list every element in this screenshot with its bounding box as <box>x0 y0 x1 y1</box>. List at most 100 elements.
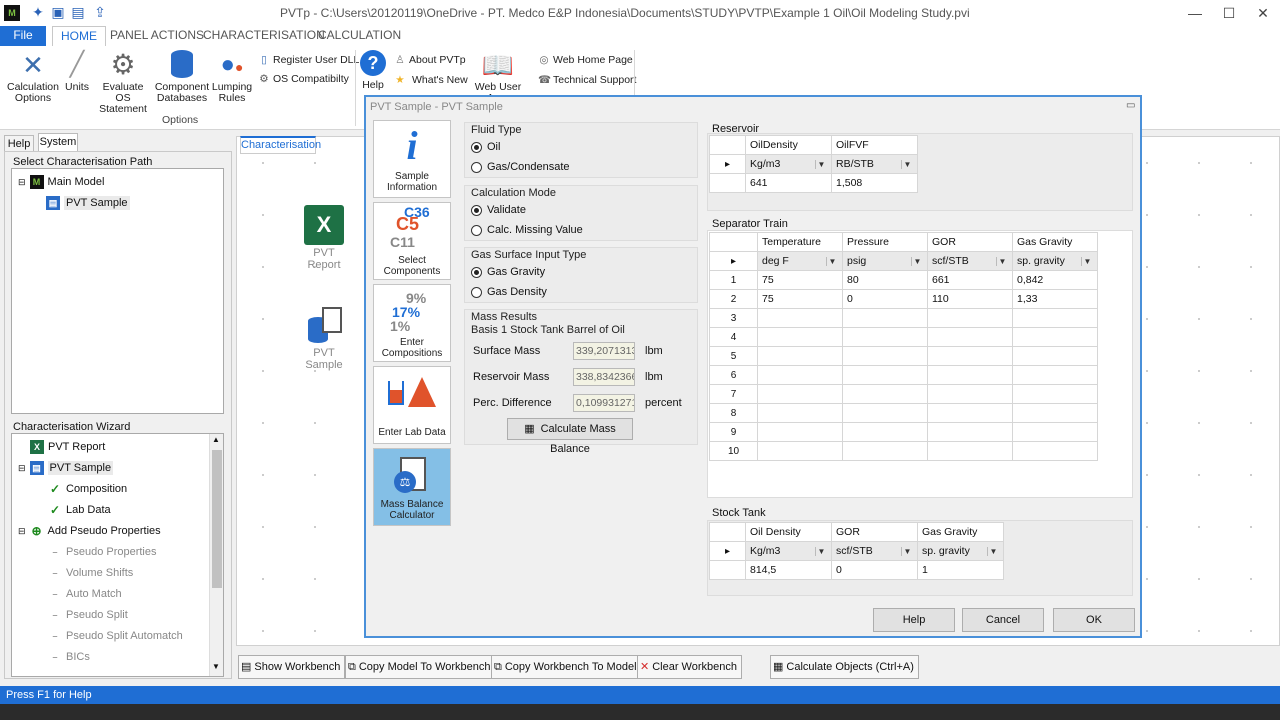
help-button[interactable]: ? Help <box>358 50 388 91</box>
separator-cell[interactable]: 661 <box>927 270 1013 290</box>
scroll-thumb[interactable] <box>212 450 222 588</box>
separator-cell[interactable] <box>757 441 843 461</box>
wizard-volume-shifts[interactable]: – Volume Shifts <box>48 566 133 580</box>
tab-home[interactable]: HOME <box>52 26 106 46</box>
pvt-sample-node[interactable]: PVT Sample <box>300 307 348 371</box>
separator-cell[interactable] <box>1012 308 1098 328</box>
wizard-auto-match[interactable]: – Auto Match <box>48 587 121 601</box>
separator-cell[interactable]: 75 <box>757 270 843 290</box>
separator-cell[interactable] <box>927 422 1013 442</box>
separator-cell[interactable] <box>757 365 843 385</box>
evaluate-os-button[interactable]: ⚙ Evaluate OS Statement <box>94 50 152 115</box>
radio-calc-missing[interactable]: Calc. Missing Value <box>471 224 583 236</box>
tree-main-model[interactable]: ⊟ M Main Model <box>18 175 104 189</box>
separator-cell[interactable] <box>842 308 928 328</box>
tab-file[interactable]: File <box>0 26 46 46</box>
reservoir-unit-select[interactable]: RB/STB ▼ <box>831 154 918 174</box>
radio-oil[interactable]: Oil <box>471 141 500 153</box>
separator-cell[interactable] <box>927 308 1013 328</box>
wizard-composition[interactable]: ✓ Composition <box>48 482 127 496</box>
surface-mass-field[interactable]: 339,20713137 <box>573 342 635 360</box>
scroll-down-icon[interactable]: ▼ <box>212 662 220 671</box>
separator-cell[interactable] <box>1012 403 1098 423</box>
separator-cell[interactable]: 1,33 <box>1012 289 1098 309</box>
scroll-up-icon[interactable]: ▲ <box>212 435 220 444</box>
radio-gas-density[interactable]: Gas Density <box>471 286 547 298</box>
calculate-mass-balance-button[interactable]: ▦ Calculate Mass Balance <box>507 418 633 455</box>
separator-cell[interactable] <box>842 422 928 442</box>
dialog-help-button[interactable]: Help <box>873 608 955 632</box>
separator-cell[interactable]: 0,842 <box>1012 270 1098 290</box>
reservoir-mass-field[interactable]: 338,83423660 <box>573 368 635 386</box>
register-dll-button[interactable]: ▯ Register User DLL <box>258 54 359 66</box>
os-compatibility-button[interactable]: ⚙ OS Compatibilty <box>258 73 349 85</box>
tab-system[interactable]: System <box>38 133 78 151</box>
separator-cell[interactable] <box>927 327 1013 347</box>
radio-gas-condensate[interactable]: Gas/Condensate <box>471 161 570 173</box>
web-home-button[interactable]: ◎ Web Home Page <box>538 54 632 66</box>
tree-pvt-sample[interactable]: ▤ PVT Sample <box>46 196 130 210</box>
separator-cell[interactable] <box>757 346 843 366</box>
separator-cell[interactable] <box>1012 422 1098 442</box>
mass-balance-calculator-button[interactable]: ⚖ Mass Balance Calculator <box>373 448 451 526</box>
pvt-report-node[interactable]: X PVT Report <box>300 205 348 271</box>
save-as-icon[interactable]: ▤ <box>70 4 86 20</box>
separator-cell[interactable]: 80 <box>842 270 928 290</box>
separator-unit-select[interactable]: scf/STB ▼ <box>927 251 1013 271</box>
enter-lab-data-button[interactable]: Enter Lab Data <box>373 366 451 444</box>
separator-cell[interactable] <box>1012 365 1098 385</box>
reservoir-oil-density-cell[interactable]: 641 <box>745 173 832 193</box>
separator-cell[interactable]: 75 <box>757 289 843 309</box>
radio-gas-gravity[interactable]: Gas Gravity <box>471 266 545 278</box>
new-file-icon[interactable]: ✦ <box>30 4 46 20</box>
about-button[interactable]: ♙ About PVTp <box>394 54 465 66</box>
stock-tank-gor-cell[interactable]: 0 <box>831 560 918 580</box>
whats-new-button[interactable]: ★ What's New <box>394 74 467 86</box>
separator-cell[interactable] <box>1012 441 1098 461</box>
stock-tank-unit-select[interactable]: sp. gravity ▼ <box>917 541 1004 561</box>
separator-cell[interactable] <box>927 346 1013 366</box>
clear-workbench-button[interactable]: ✕ Clear Workbench <box>637 655 742 679</box>
tech-support-button[interactable]: ☎ Technical Support <box>538 74 636 86</box>
wizard-add-pseudo[interactable]: ⊟ ⊕ Add Pseudo Properties <box>18 524 161 538</box>
separator-cell[interactable] <box>1012 346 1098 366</box>
minimize-button[interactable]: — <box>1184 2 1206 24</box>
reservoir-oil-fvf-cell[interactable]: 1,508 <box>831 173 918 193</box>
wizard-pvt-sample[interactable]: ⊟ ▤ PVT Sample <box>18 461 114 475</box>
wizard-pvt-report[interactable]: X PVT Report <box>30 440 105 454</box>
separator-cell[interactable] <box>927 365 1013 385</box>
tab-calculation[interactable]: CALCULATION <box>310 26 409 46</box>
stock-tank-unit-select[interactable]: scf/STB ▼ <box>831 541 918 561</box>
separator-cell[interactable] <box>1012 327 1098 347</box>
wizard-scrollbar[interactable]: ▲ ▼ <box>209 434 223 676</box>
separator-unit-select[interactable]: sp. gravity ▼ <box>1012 251 1098 271</box>
workspace-tab[interactable]: Characterisation <box>240 136 321 154</box>
copy-model-button[interactable]: ⧉ Copy Model To Workbench <box>345 655 496 679</box>
export-icon[interactable]: ⇪ <box>92 4 108 20</box>
calculate-objects-button[interactable]: ▦ Calculate Objects (Ctrl+A) <box>770 655 919 679</box>
dialog-maximize-icon[interactable]: ▭ <box>1126 100 1135 111</box>
stock-tank-gas-gravity-cell[interactable]: 1 <box>917 560 1004 580</box>
wizard-bics[interactable]: – BICs <box>48 650 89 664</box>
separator-cell[interactable] <box>757 308 843 328</box>
close-button[interactable]: ✕ <box>1252 2 1274 24</box>
separator-cell[interactable] <box>757 384 843 404</box>
lumping-rules-button[interactable]: ●● Lumping Rules <box>210 50 254 104</box>
wizard-lab-data[interactable]: ✓ Lab Data <box>48 503 111 517</box>
dialog-ok-button[interactable]: OK <box>1053 608 1135 632</box>
separator-cell[interactable] <box>927 384 1013 404</box>
select-components-button[interactable]: C36 C5 C11 Select Components <box>373 202 451 280</box>
separator-cell[interactable] <box>842 403 928 423</box>
separator-unit-select[interactable]: deg F ▼ <box>757 251 843 271</box>
stock-tank-unit-select[interactable]: Kg/m3 ▼ <box>745 541 832 561</box>
units-button[interactable]: ╱ Units <box>62 50 92 93</box>
radio-validate[interactable]: Validate <box>471 204 526 216</box>
copy-workbench-button[interactable]: ⧉ Copy Workbench To Model <box>491 655 642 679</box>
stock-tank-oil-density-cell[interactable]: 814,5 <box>745 560 832 580</box>
separator-cell[interactable] <box>842 346 928 366</box>
separator-cell[interactable] <box>927 403 1013 423</box>
separator-cell[interactable] <box>757 422 843 442</box>
separator-cell[interactable] <box>927 441 1013 461</box>
separator-cell[interactable]: 110 <box>927 289 1013 309</box>
separator-cell[interactable] <box>842 384 928 404</box>
